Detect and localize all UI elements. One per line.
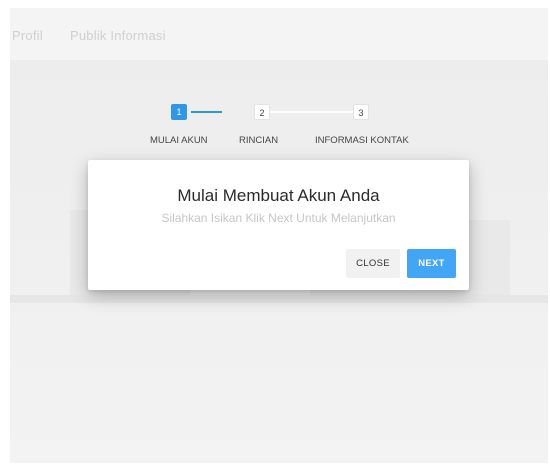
nav-link-publik-informasi[interactable]: Publik Informasi	[70, 28, 166, 43]
nav-link-profil[interactable]: Profil	[12, 28, 43, 43]
close-button[interactable]: CLOSE	[346, 249, 400, 278]
step-1-label: MULAI AKUN	[150, 135, 208, 146]
step-connector-2	[270, 111, 353, 113]
background-ground-line	[10, 295, 548, 303]
top-navbar: Profil Publik Informasi	[10, 8, 548, 60]
step-1-indicator[interactable]: 1	[171, 104, 187, 120]
step-3-label: INFORMASI KONTAK	[315, 135, 409, 146]
step-2-indicator[interactable]: 2	[254, 104, 270, 120]
registration-stepper: 1 2 3 MULAI AKUN RINCIAN INFORMASI KONTA…	[10, 98, 548, 158]
next-button[interactable]: NEXT	[407, 249, 456, 278]
step-2-label: RINCIAN	[239, 135, 279, 146]
create-account-dialog: Mulai Membuat Akun Anda Silahkan Isikan …	[88, 160, 469, 290]
step-3-indicator[interactable]: 3	[353, 104, 369, 120]
step-connector-1	[191, 111, 222, 113]
dialog-title: Mulai Membuat Akun Anda	[177, 186, 380, 205]
dialog-subtitle: Silahkan Isikan Klik Next Untuk Melanjut…	[161, 211, 396, 225]
page-frame: Profil Publik Informasi 1 2 3 MULAI AKUN…	[10, 8, 548, 463]
